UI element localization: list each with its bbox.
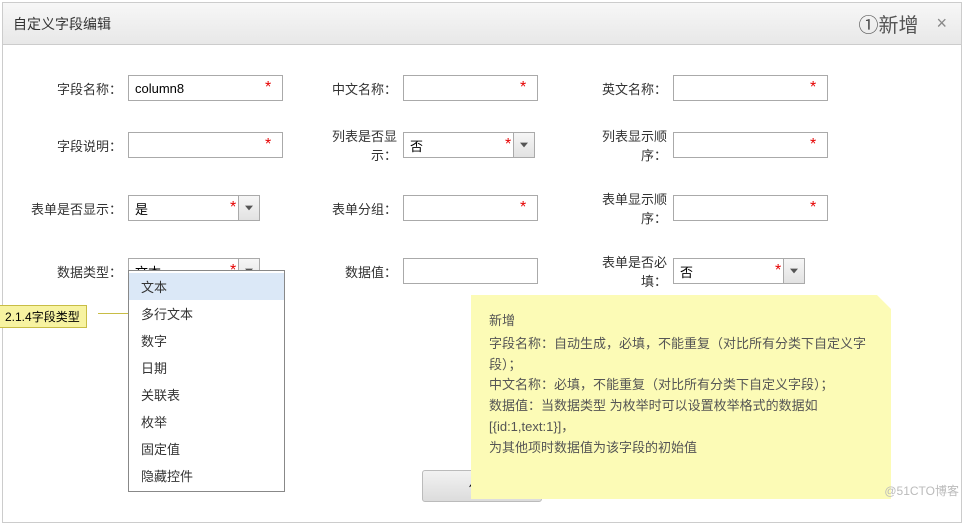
dropdown-button[interactable] xyxy=(783,258,805,284)
required-marker: * xyxy=(265,79,271,97)
form-order-input[interactable] xyxy=(673,195,828,221)
cn-name-input[interactable] xyxy=(403,75,538,101)
dropdown-option[interactable]: 多行文本 xyxy=(129,300,284,327)
required-marker: * xyxy=(230,199,236,217)
label-form-group: 表单分组： xyxy=(313,199,403,218)
dropdown-option[interactable]: 关联表 xyxy=(129,381,284,408)
label-cn-name: 中文名称： xyxy=(313,79,403,98)
en-name-input[interactable] xyxy=(673,75,828,101)
help-line: 数据值：当数据类型 为枚举时可以设置枚举格式的数据如[{id:1,text:1}… xyxy=(489,396,873,438)
dialog-title: 自定义字段编辑 xyxy=(13,14,111,34)
help-line: 字段名称：自动生成，必填，不能重复（对比所有分类下自定义字段）； xyxy=(489,334,873,376)
required-marker: * xyxy=(520,199,526,217)
required-marker: * xyxy=(505,136,511,154)
label-form-show: 表单是否显示： xyxy=(28,199,128,218)
form-group-input[interactable] xyxy=(403,195,538,221)
label-form-required: 表单是否必填： xyxy=(583,252,673,290)
label-en-name: 英文名称： xyxy=(583,79,673,98)
annotation-label: 2.1.4字段类型 xyxy=(0,305,87,328)
label-list-show: 列表是否显示： xyxy=(313,126,403,164)
required-marker: * xyxy=(520,79,526,97)
required-marker: * xyxy=(810,79,816,97)
label-field-desc: 字段说明： xyxy=(28,136,128,155)
dropdown-option[interactable]: 日期 xyxy=(129,354,284,381)
help-title: 新增 xyxy=(489,311,873,332)
annotation-connector xyxy=(98,313,128,314)
label-list-order: 列表显示顺序： xyxy=(583,126,673,164)
required-marker: * xyxy=(810,136,816,154)
watermark: @51CTO博客 xyxy=(884,482,959,499)
field-name-input[interactable] xyxy=(128,75,283,101)
required-marker: * xyxy=(775,262,781,280)
titlebar: 自定义字段编辑 ①新增 × xyxy=(3,3,961,45)
dialog-window: 自定义字段编辑 ①新增 × 字段名称： * 中文名称： * 英文名称： * xyxy=(2,2,962,523)
dropdown-button[interactable] xyxy=(513,132,535,158)
required-marker: * xyxy=(265,136,271,154)
header-annotation: ①新增 xyxy=(852,9,924,38)
label-form-order: 表单显示顺序： xyxy=(583,189,673,227)
label-data-value: 数据值： xyxy=(313,262,403,281)
required-marker: * xyxy=(810,199,816,217)
dropdown-option[interactable]: 枚举 xyxy=(129,408,284,435)
label-data-type: 数据类型： xyxy=(28,262,128,281)
dropdown-button[interactable] xyxy=(238,195,260,221)
dropdown-option[interactable]: 隐藏控件 xyxy=(129,462,284,489)
label-field-name: 字段名称： xyxy=(28,79,128,98)
list-order-input[interactable] xyxy=(673,132,828,158)
help-line: 为其他项时数据值为该字段的初始值 xyxy=(489,438,873,459)
close-icon[interactable]: × xyxy=(932,13,951,34)
field-desc-input[interactable] xyxy=(128,132,283,158)
data-value-input[interactable] xyxy=(403,258,538,284)
dropdown-option[interactable]: 数字 xyxy=(129,327,284,354)
help-note: 新增 字段名称：自动生成，必填，不能重复（对比所有分类下自定义字段）； 中文名称… xyxy=(471,295,891,499)
help-line: 中文名称：必填，不能重复（对比所有分类下自定义字段）； xyxy=(489,375,873,396)
dropdown-option[interactable]: 文本 xyxy=(129,273,284,300)
data-type-dropdown[interactable]: 文本 多行文本 数字 日期 关联表 枚举 固定值 隐藏控件 xyxy=(128,270,285,492)
dropdown-option[interactable]: 固定值 xyxy=(129,435,284,462)
